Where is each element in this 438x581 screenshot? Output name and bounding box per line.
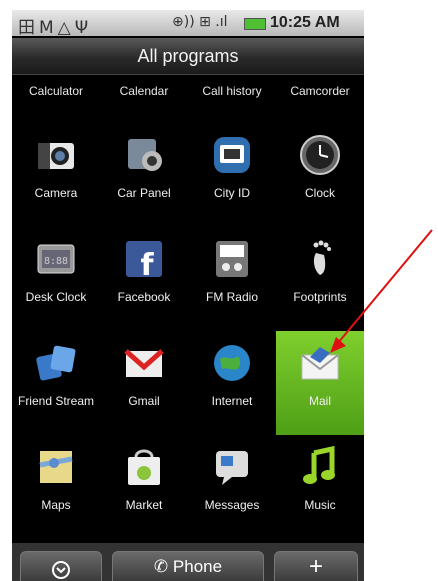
annotation-arrow xyxy=(330,229,433,353)
